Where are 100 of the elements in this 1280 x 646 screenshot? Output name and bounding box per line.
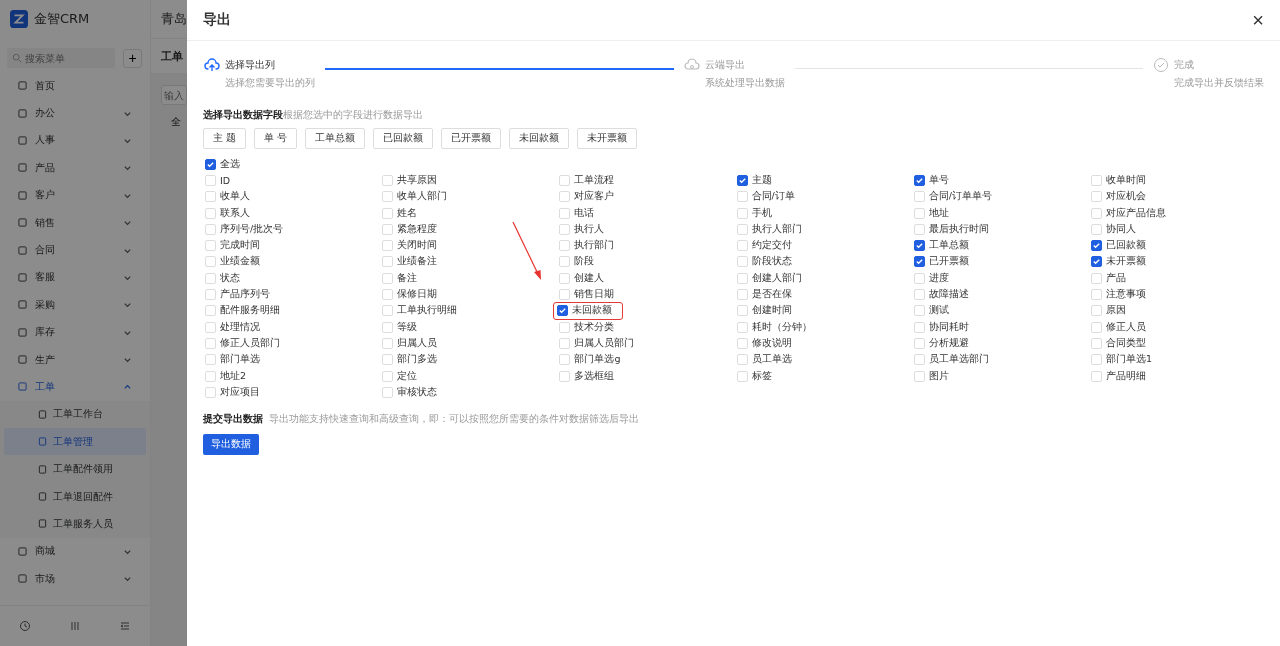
checkbox-label: 已回款额: [1105, 239, 1146, 253]
checkbox-label: 原因: [1105, 304, 1126, 318]
close-button[interactable]: ×: [1252, 12, 1264, 28]
filter-field[interactable]: 输入: [161, 85, 187, 105]
menu-icon: [18, 382, 27, 392]
collapse-icon[interactable]: [119, 620, 131, 632]
field-preset-button[interactable]: 主 题: [203, 128, 247, 149]
checkbox-label: 电话: [574, 206, 595, 220]
checkbox-label: 共享原因: [397, 173, 438, 187]
menu-item[interactable]: 市场: [0, 565, 150, 593]
checkbox-label: 进度: [928, 271, 949, 285]
checkbox-label: 部门单选g: [574, 353, 621, 367]
checkbox-label: 业绩金额: [220, 255, 260, 269]
checkbox-label: 执行人部门: [751, 222, 802, 236]
checkbox-label: 协同耗时: [928, 320, 969, 334]
menu-item[interactable]: 库存: [0, 318, 150, 346]
checkbox-label: 注意事项: [1105, 288, 1146, 301]
checkbox-label: 收单时间: [1105, 173, 1146, 187]
menu-item[interactable]: 人事: [0, 126, 150, 155]
submenu-item[interactable]: 工单管理: [4, 428, 146, 456]
checkbox-label: 已开票额: [928, 255, 969, 269]
menu-item[interactable]: 商城: [0, 537, 150, 566]
menu-item[interactable]: 首页: [0, 72, 150, 100]
checkbox[interactable]: [913, 256, 925, 268]
checkbox-label: 主题: [751, 173, 772, 187]
checkbox-label: 单号: [928, 173, 949, 187]
export-button[interactable]: 导出数据: [203, 434, 259, 456]
checkbox-label: 序列号/批次号: [220, 222, 284, 236]
checkbox-label: 工单流程: [574, 173, 615, 187]
field-preset-button[interactable]: 未开票额: [577, 128, 638, 149]
tree-item[interactable]: 全: [171, 115, 181, 129]
checkbox-label: 部门多选: [397, 353, 438, 367]
menu-item[interactable]: 客户: [0, 181, 150, 209]
page-icon: [38, 464, 47, 474]
field-preset-button[interactable]: 已开票额: [441, 128, 502, 149]
checkbox-label: 等级: [397, 320, 418, 334]
checkbox-label: 对应项目: [220, 385, 260, 399]
checkbox[interactable]: [1090, 256, 1102, 268]
checkbox-label: 工单总额: [928, 239, 969, 253]
checkbox-label: 修正人员部门: [220, 336, 280, 350]
checkbox[interactable]: [557, 305, 569, 317]
checkbox[interactable]: [913, 240, 925, 252]
page-icon: [38, 409, 47, 419]
submenu-item[interactable]: 工单配件领用: [4, 455, 146, 483]
chevron-icon: [123, 218, 132, 228]
history-icon[interactable]: [19, 620, 31, 632]
menu-item[interactable]: 采购: [0, 291, 150, 319]
checkbox-label: 多选框组: [574, 369, 615, 383]
field-preset-button[interactable]: 已回款额: [373, 128, 434, 149]
checkbox[interactable]: [736, 174, 748, 186]
chevron-icon: [123, 574, 132, 584]
menu-item[interactable]: 工单: [0, 373, 150, 401]
page-icon: [38, 437, 47, 447]
checkbox-label: 合同/订单: [751, 190, 795, 204]
step-title: 选择导出列: [225, 58, 275, 72]
chevron-icon: [123, 355, 132, 365]
submenu-item[interactable]: 工单服务人员: [4, 510, 146, 538]
checkbox-label: 约定交付: [751, 239, 792, 253]
submenu-item[interactable]: 工单工作台: [4, 400, 146, 429]
menu-item[interactable]: 产品: [0, 154, 150, 182]
checkbox-label: 归属人员: [397, 336, 438, 350]
field-preset-button[interactable]: 工单总额: [305, 128, 366, 149]
checkbox[interactable]: [913, 174, 925, 186]
checkbox-label: 是否在保: [751, 288, 792, 301]
menu-item[interactable]: 客服: [0, 263, 150, 292]
checkbox-label: 执行部门: [574, 239, 615, 253]
section-hint: 导出功能支持快速查询和高级查询，即：可以按照您所需要的条件对数据筛选后导出: [269, 412, 639, 427]
add-button[interactable]: +: [123, 48, 142, 68]
checkbox-label: 标签: [751, 369, 772, 383]
menu-item[interactable]: 合同: [0, 236, 150, 264]
checkbox[interactable]: [1090, 240, 1102, 252]
menu-item[interactable]: 生产: [0, 345, 150, 374]
filter-icon[interactable]: [69, 620, 81, 632]
field-preset-button[interactable]: 单 号: [254, 128, 298, 149]
checkbox-label: 最后执行时间: [928, 222, 989, 236]
submenu-item[interactable]: 工单退回配件: [4, 482, 146, 511]
menu-item[interactable]: 办公: [0, 99, 150, 127]
checkbox-label: 关闭时间: [397, 239, 438, 253]
menu-icon: [18, 190, 27, 200]
chevron-icon: [123, 163, 132, 173]
checkbox-label: 收单人: [220, 190, 250, 204]
menu-icon: [18, 81, 27, 91]
checkbox-label: 创建时间: [751, 304, 792, 318]
checkbox-label: 完成时间: [220, 239, 260, 253]
step-title: 云端导出: [704, 58, 745, 72]
menu-icon: [18, 574, 27, 584]
page-title: 工单: [161, 48, 183, 64]
menu-item[interactable]: 销售: [0, 208, 150, 237]
checkbox-label: 部门单选1: [1105, 353, 1152, 367]
chevron-icon: [123, 382, 132, 392]
checkbox[interactable]: [205, 158, 216, 170]
menu-icon: [18, 163, 27, 173]
menu-icon: [18, 218, 27, 228]
checkbox-label: 备注: [397, 271, 418, 285]
checkbox-label: 配件服务明细: [220, 304, 280, 318]
checkbox-label: 故障描述: [928, 288, 969, 301]
dialog-title: 导出: [203, 11, 231, 29]
menu-icon: [18, 327, 27, 337]
field-preset-button[interactable]: 未回款额: [509, 128, 570, 149]
checkbox-label: 员工单选部门: [928, 353, 989, 367]
